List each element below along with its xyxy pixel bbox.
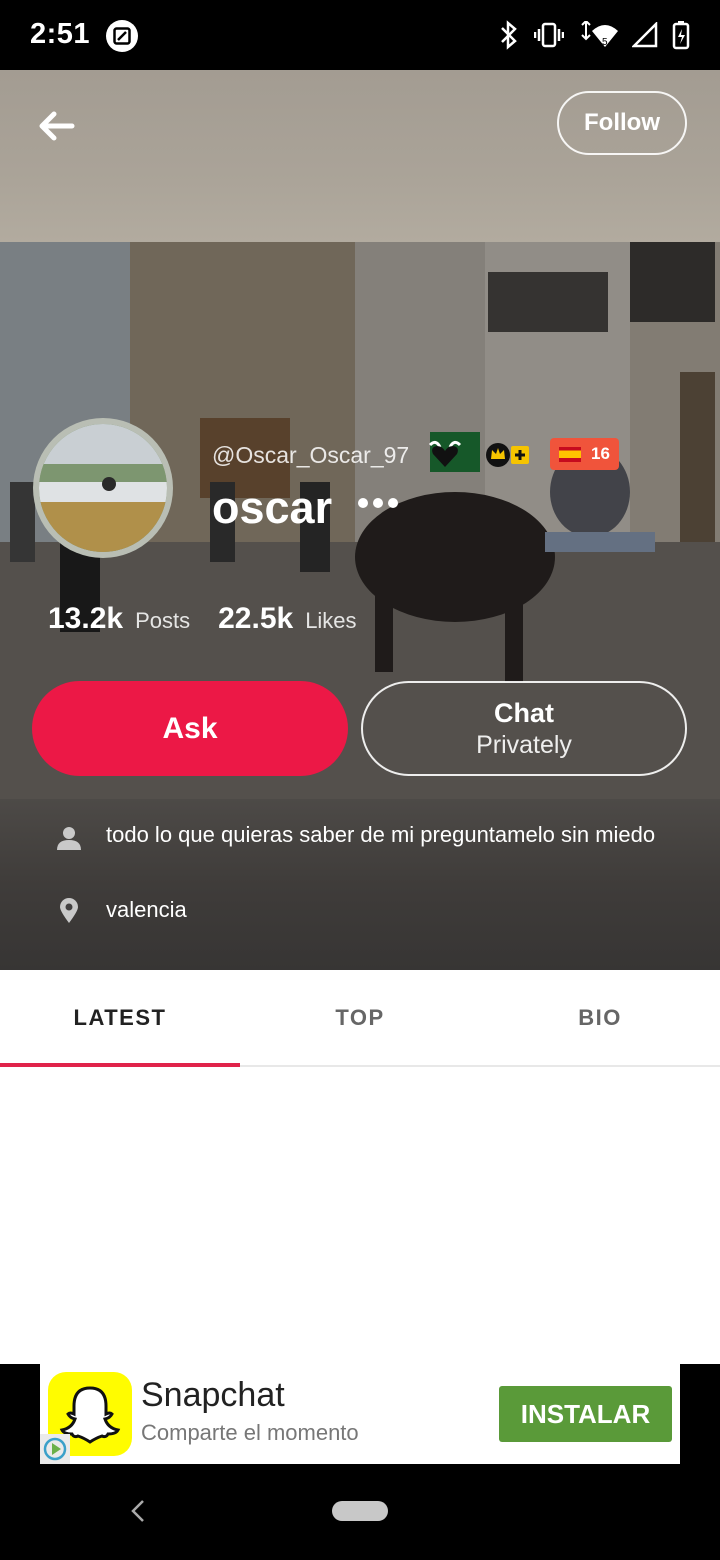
bio-location-text: valencia xyxy=(106,897,187,922)
wifi-icon: 5 xyxy=(581,21,618,48)
profile-header: Follow xyxy=(0,70,720,242)
likes-label: Likes xyxy=(305,608,357,633)
follow-button[interactable]: Follow xyxy=(557,91,687,155)
posts-label: Posts xyxy=(135,608,191,633)
profile-handle: @Oscar_Oscar_97 xyxy=(212,442,410,468)
ad-install-button[interactable]: INSTALAR xyxy=(499,1386,672,1442)
ask-button[interactable]: Ask xyxy=(32,681,348,776)
nav-home-pill[interactable] xyxy=(332,1501,388,1521)
signal-icon xyxy=(632,22,658,48)
tab-top[interactable]: TOP xyxy=(240,970,480,1065)
chat-button-sublabel: Privately xyxy=(476,730,572,759)
avatar[interactable] xyxy=(33,418,173,558)
ad-content[interactable]: Snapchat Comparte el momento INSTALAR xyxy=(40,1364,680,1464)
nav-back-icon[interactable] xyxy=(128,1498,148,1529)
bio-section: todo lo que quieras saber de mi pregunta… xyxy=(0,799,720,970)
more-options-icon[interactable] xyxy=(356,496,400,515)
bio-about-text: todo lo que quieras saber de mi pregunta… xyxy=(106,822,656,847)
country-badge: 16 xyxy=(550,438,619,470)
chat-button-label: Chat xyxy=(494,697,554,728)
spain-flag-icon xyxy=(559,446,582,462)
country-badge-count: 16 xyxy=(591,444,610,463)
ad-banner: Snapchat Comparte el momento INSTALAR xyxy=(0,1364,720,1464)
profile-tabs: LATEST TOP BIO xyxy=(0,970,720,1067)
tab-latest[interactable]: LATEST xyxy=(0,970,240,1067)
svg-text:5: 5 xyxy=(602,37,608,48)
system-nav-bar xyxy=(0,1464,720,1560)
profile-stats: 13.2k Posts 22.5k Likes xyxy=(48,602,385,636)
vibrate-icon xyxy=(534,22,564,48)
battery-icon xyxy=(672,21,690,50)
posts-count: 13.2k xyxy=(48,602,124,635)
ad-title: Snapchat xyxy=(141,1376,285,1414)
profile-name: oscar xyxy=(212,482,333,533)
status-time: 2:51 xyxy=(30,18,91,50)
likes-count: 22.5k xyxy=(218,602,294,635)
person-icon xyxy=(56,825,82,856)
ad-subtitle: Comparte el momento xyxy=(141,1420,359,1445)
crown-plus-icon xyxy=(485,442,531,473)
tab-bio[interactable]: BIO xyxy=(480,970,720,1065)
bluetooth-icon xyxy=(501,20,517,50)
screenshot-icon xyxy=(106,20,138,52)
chat-privately-button[interactable]: Chat Privately xyxy=(361,681,687,776)
arrow-left-icon[interactable] xyxy=(36,110,76,142)
profile-cover: @Oscar_Oscar_97 16 oscar 13.2k Posts 22.… xyxy=(0,242,720,799)
location-pin-icon xyxy=(60,898,78,929)
status-bar: 2:51 5 xyxy=(0,0,720,70)
winged-heart-icon xyxy=(428,437,462,476)
ad-choices-icon[interactable] xyxy=(40,1434,70,1464)
